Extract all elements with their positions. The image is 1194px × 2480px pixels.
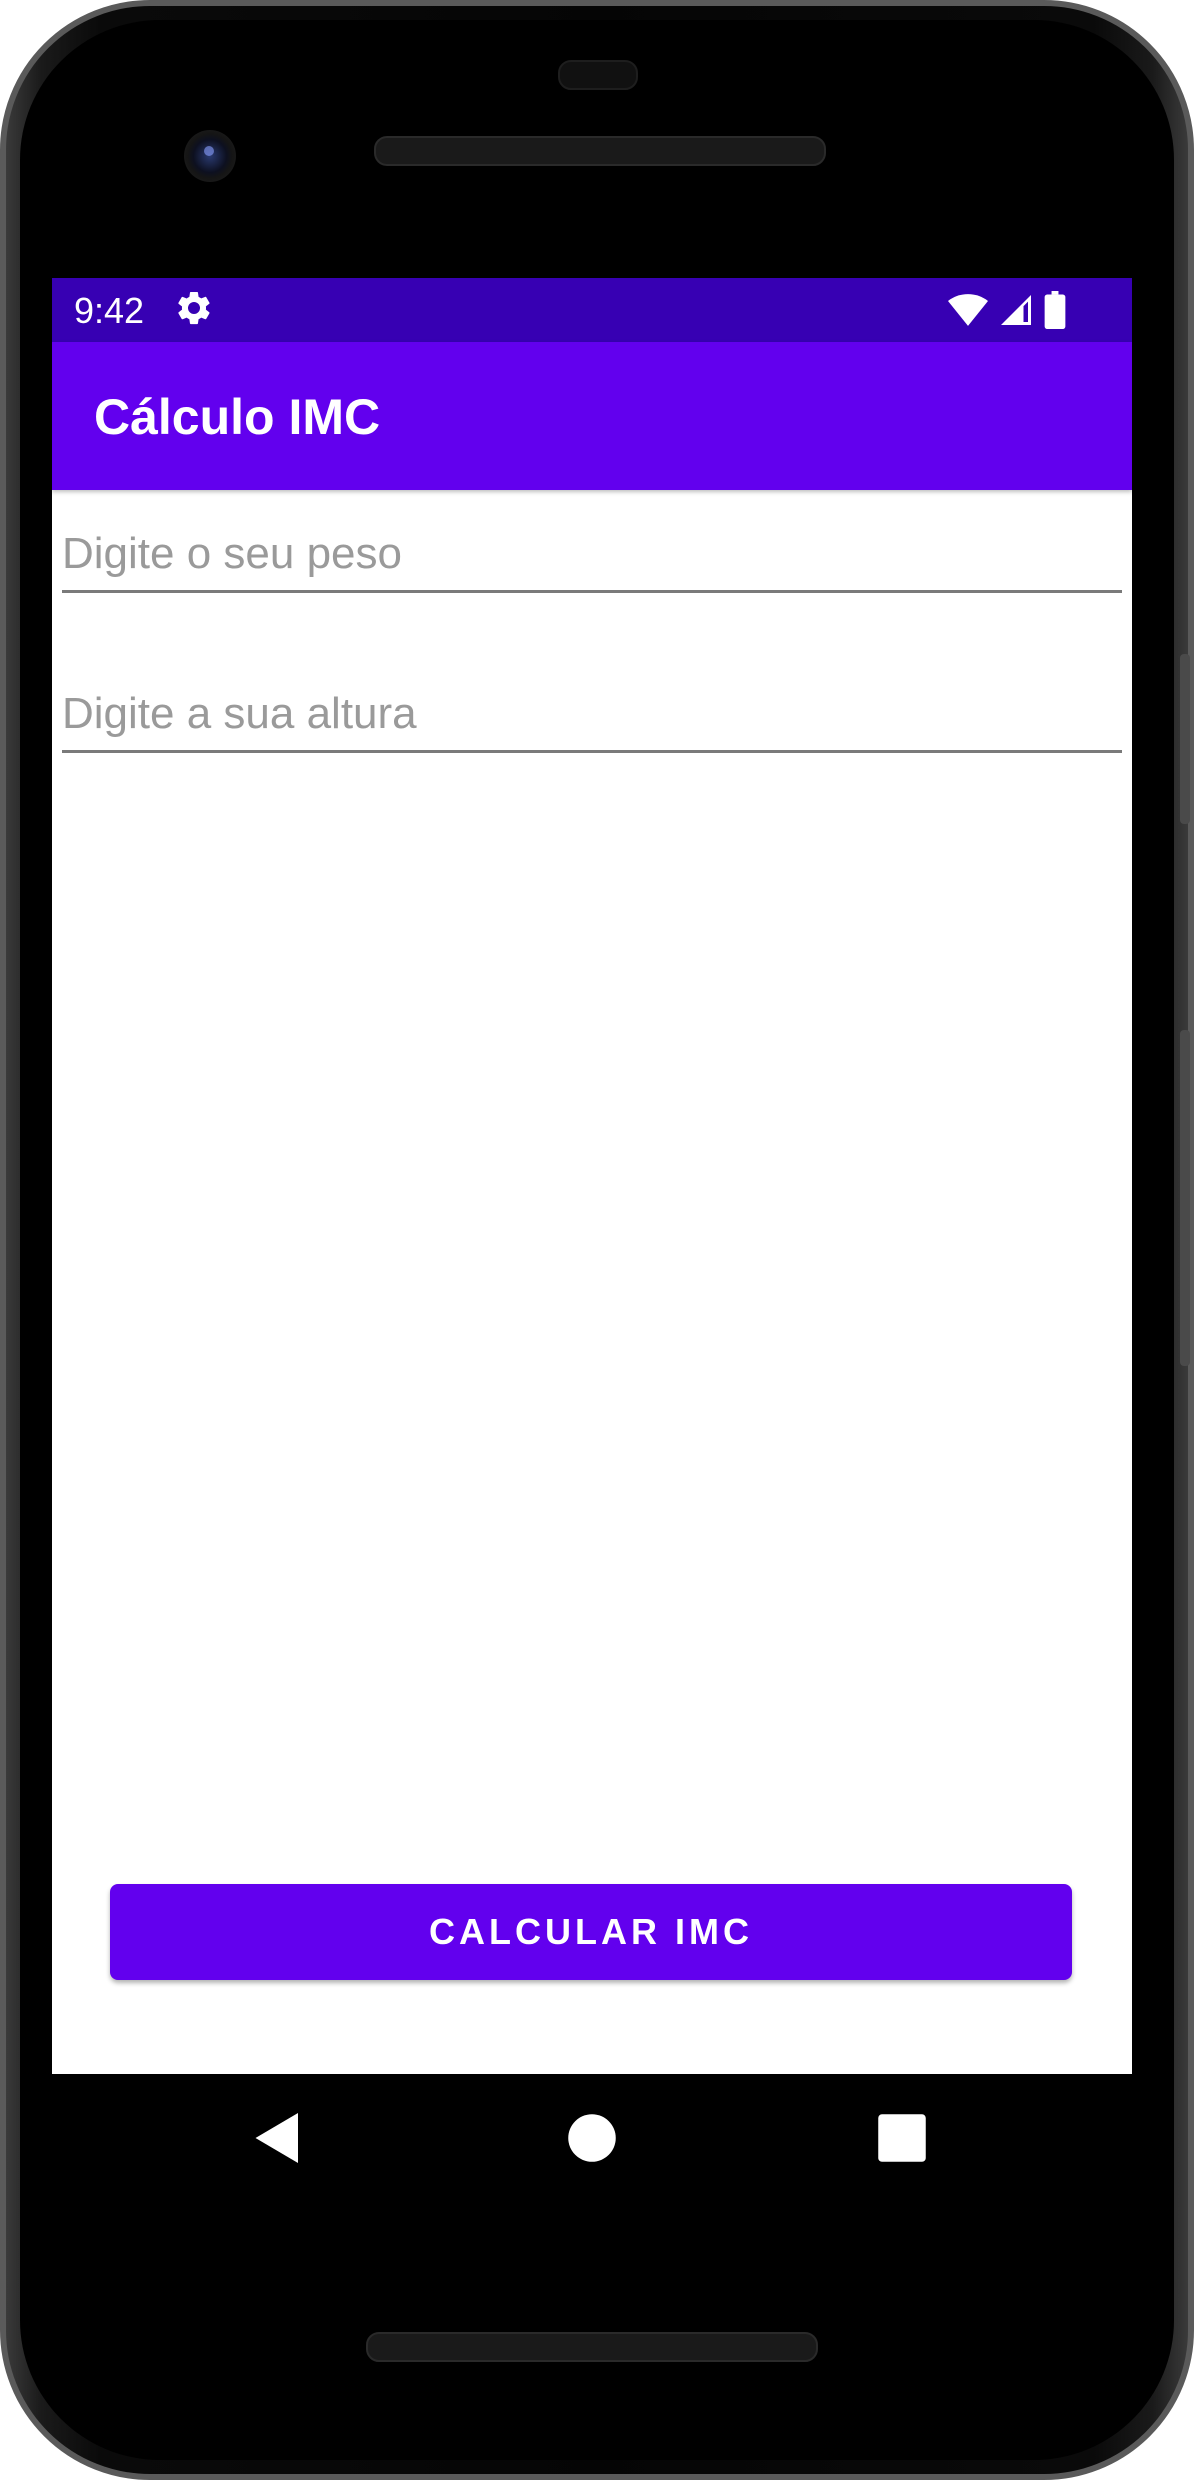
battery-icon xyxy=(1044,291,1066,329)
home-circle-icon[interactable] xyxy=(562,2108,622,2168)
recents-square-icon[interactable] xyxy=(872,2108,932,2168)
height-input[interactable] xyxy=(62,678,1122,750)
camera-glint xyxy=(204,146,214,156)
app-bar: Cálculo IMC xyxy=(52,342,1132,490)
cell-signal-icon xyxy=(1001,295,1031,325)
calculate-imc-button[interactable]: CALCULAR IMC xyxy=(110,1884,1072,1980)
app-screen: 9:42 Cálculo IMC CALCULAR IMC xyxy=(52,278,1132,2074)
back-triangle-icon[interactable] xyxy=(248,2108,308,2168)
navigation-bar xyxy=(52,2074,1132,2202)
height-field[interactable] xyxy=(62,678,1122,753)
earpiece-speaker xyxy=(374,136,826,166)
power-button xyxy=(1180,654,1190,824)
proximity-sensor xyxy=(558,60,638,90)
bottom-speaker xyxy=(366,2332,818,2362)
weight-input[interactable] xyxy=(62,518,1122,590)
app-title: Cálculo IMC xyxy=(94,389,381,445)
wifi-icon xyxy=(948,294,988,326)
status-icons xyxy=(948,290,1066,330)
weight-field[interactable] xyxy=(62,518,1122,593)
front-camera-icon xyxy=(184,130,236,182)
status-bar: 9:42 xyxy=(52,278,1132,342)
status-time: 9:42 xyxy=(74,290,145,331)
volume-rocker xyxy=(1180,1030,1190,1366)
settings-gear-icon xyxy=(178,292,210,325)
